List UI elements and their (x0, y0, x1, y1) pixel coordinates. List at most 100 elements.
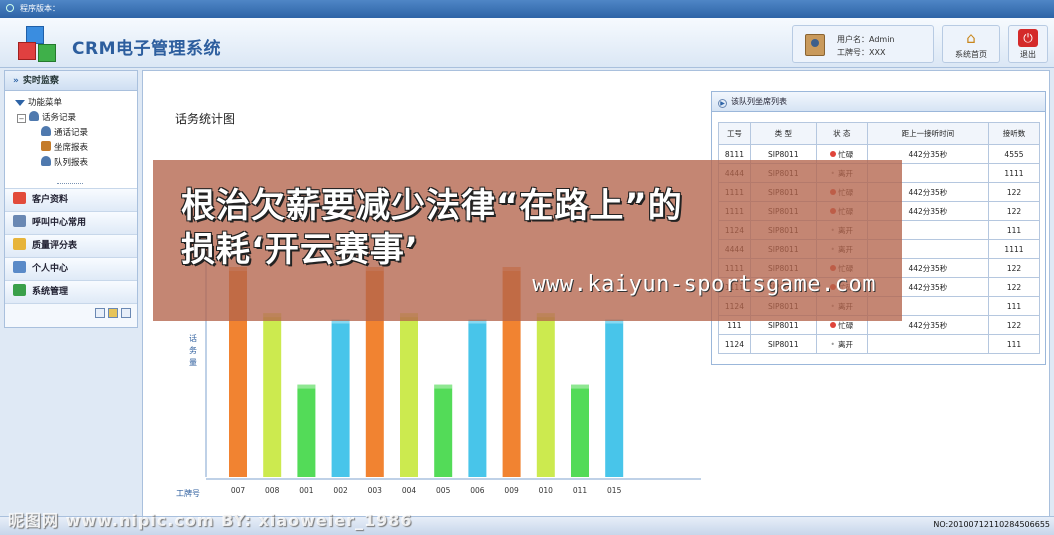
user-id: 工牌号：XXX (837, 48, 886, 57)
chart-bar (331, 319, 350, 477)
chart-bar (536, 313, 555, 477)
version-label: 程序版本： (20, 4, 60, 13)
home-button[interactable]: ⌂ 系统首页 (942, 25, 1000, 63)
table-cell: 1111 (987, 239, 1041, 259)
chart-bar (434, 384, 453, 477)
table-cell: 122 (987, 277, 1041, 297)
app-header: CRM电子管理系统 用户名：Admin 工牌号：XXX ⌂ 系统首页 ⏻ 退出 (0, 18, 1054, 68)
table-cell: 111 (987, 220, 1041, 240)
table-cell: 1111 (987, 163, 1041, 183)
x-axis-label: 工牌号 (176, 488, 200, 498)
x-tick-label: 015 (607, 486, 622, 495)
chart-bar (468, 319, 487, 477)
overlay-headline-1: 根治欠薪要减少法律“在路上”的 (181, 186, 683, 226)
table-cell: 122 (987, 315, 1041, 335)
tree-item-seat-report[interactable]: 坐席报表 (15, 141, 137, 156)
chart-bar-highlight (571, 384, 589, 389)
list-view-icon[interactable] (95, 308, 105, 318)
folder-icon (13, 238, 26, 250)
divider (57, 183, 83, 184)
overlay-headline-2: 损耗‘开云赛事’ (181, 230, 419, 270)
tree-group[interactable]: − 话务记录 (15, 111, 137, 126)
chart-bar (400, 313, 418, 477)
menu-system-management[interactable]: 系统管理 (5, 281, 137, 304)
table-cell: 4555 (987, 144, 1041, 164)
user-icon (41, 156, 51, 166)
tree-item-call-records[interactable]: 通话记录 (15, 126, 137, 141)
home-button-label: 系统首页 (955, 50, 987, 59)
table-cell: 1124 (718, 334, 751, 354)
tree-root[interactable]: 功能菜单 (15, 96, 137, 111)
user-icon (41, 126, 51, 136)
app-circle-icon (6, 4, 14, 12)
chart-bar-highlight (297, 384, 316, 389)
menu-personal-center[interactable]: 个人中心 (5, 258, 137, 281)
table-cell: 122 (987, 258, 1041, 278)
x-tick-label: 005 (436, 486, 451, 495)
menu-label: 客户资料 (32, 195, 69, 205)
watermark: 昵图网 www.nipic.com BY: xiaoweier_1986 (8, 511, 413, 530)
chart-bar (263, 313, 282, 477)
settings-icon (13, 284, 26, 296)
x-tick-label: 004 (402, 486, 417, 495)
status-footer: 昵图网 www.nipic.com BY: xiaoweier_1986 NO:… (0, 511, 1054, 535)
checklist-icon (13, 192, 26, 204)
queue-panel-header: ▶ 该队列坐席列表 (712, 92, 1045, 112)
x-tick-label: 009 (504, 486, 519, 495)
collapse-minus-icon[interactable]: − (17, 114, 26, 123)
tree-item-queue-report[interactable]: 队列报表 (15, 156, 137, 171)
menu-label: 系统管理 (32, 287, 69, 297)
tree-root-label: 功能菜单 (28, 98, 63, 108)
user-card-icon (805, 34, 825, 56)
menu-call-center[interactable]: 呼叫中心常用 (5, 212, 137, 235)
briefcase-icon (41, 141, 51, 151)
table-cell (866, 334, 989, 354)
menu-quality-score[interactable]: 质量评分表 (5, 235, 137, 258)
table-cell: 111 (987, 296, 1041, 316)
y-axis-label: 量 (189, 358, 197, 367)
function-tree: 功能菜单 − 话务记录 通话记录 坐席报表 队列报表 (5, 91, 137, 189)
expand-triangle-icon (15, 100, 25, 106)
x-tick-label: 007 (231, 486, 246, 495)
sidebar: » 实时监察 功能菜单 − 话务记录 通话记录 坐席报表 队列报表 客户资料 呼叫中… (4, 70, 138, 328)
sidebar-section-header[interactable]: » 实时监察 (5, 71, 137, 91)
overlay-url: www.kaiyun-sportsgame.com (532, 272, 876, 297)
profile-icon (13, 261, 26, 273)
column-header: 距上一接听时间 (866, 122, 989, 145)
sidebar-section-title: 实时监察 (22, 76, 59, 86)
menu-label: 质量评分表 (32, 241, 78, 251)
tree-item-label: 通话记录 (54, 128, 89, 138)
menu-label: 呼叫中心常用 (32, 218, 87, 228)
tree-item-label: 坐席报表 (54, 143, 89, 153)
tree-group-label: 话务记录 (42, 113, 77, 123)
column-header: 类 型 (749, 122, 817, 145)
x-tick-label: 010 (539, 486, 554, 495)
table-cell: 122 (987, 182, 1041, 202)
menu-label: 个人中心 (32, 264, 69, 274)
image-serial: NO:20100712110284506655 (933, 520, 1050, 529)
sidebar-toolbar (5, 304, 137, 324)
table-row[interactable]: 1124SIP8011离开 111 (718, 334, 1041, 354)
x-tick-label: 001 (299, 486, 314, 495)
x-tick-label: 006 (470, 486, 485, 495)
table-cell: SIP8011 (749, 334, 817, 354)
table-cell: 111 (987, 334, 1041, 354)
x-tick-label: 008 (265, 486, 280, 495)
version-bar: 程序版本： (0, 0, 1054, 18)
chart-bar (297, 384, 316, 477)
power-icon: ⏻ (1018, 29, 1038, 47)
home-icon: ⌂ (966, 29, 976, 47)
exit-button[interactable]: ⏻ 退出 (1008, 25, 1048, 63)
app-title: CRM电子管理系统 (72, 39, 221, 59)
user-icon (29, 111, 39, 121)
user-name: 用户名：Admin (837, 35, 895, 44)
play-arrow-icon: ▶ (718, 99, 727, 108)
folder-icon[interactable] (108, 308, 118, 318)
pin-icon[interactable] (121, 308, 131, 318)
queue-panel-title: 该队列坐席列表 (731, 97, 787, 106)
x-tick-label: 002 (333, 486, 348, 495)
cubes-logo-icon (18, 26, 64, 64)
menu-customer-data[interactable]: 客户资料 (5, 189, 137, 212)
table-cell: 离开 (815, 334, 868, 354)
double-chevron-icon: » (13, 76, 19, 86)
